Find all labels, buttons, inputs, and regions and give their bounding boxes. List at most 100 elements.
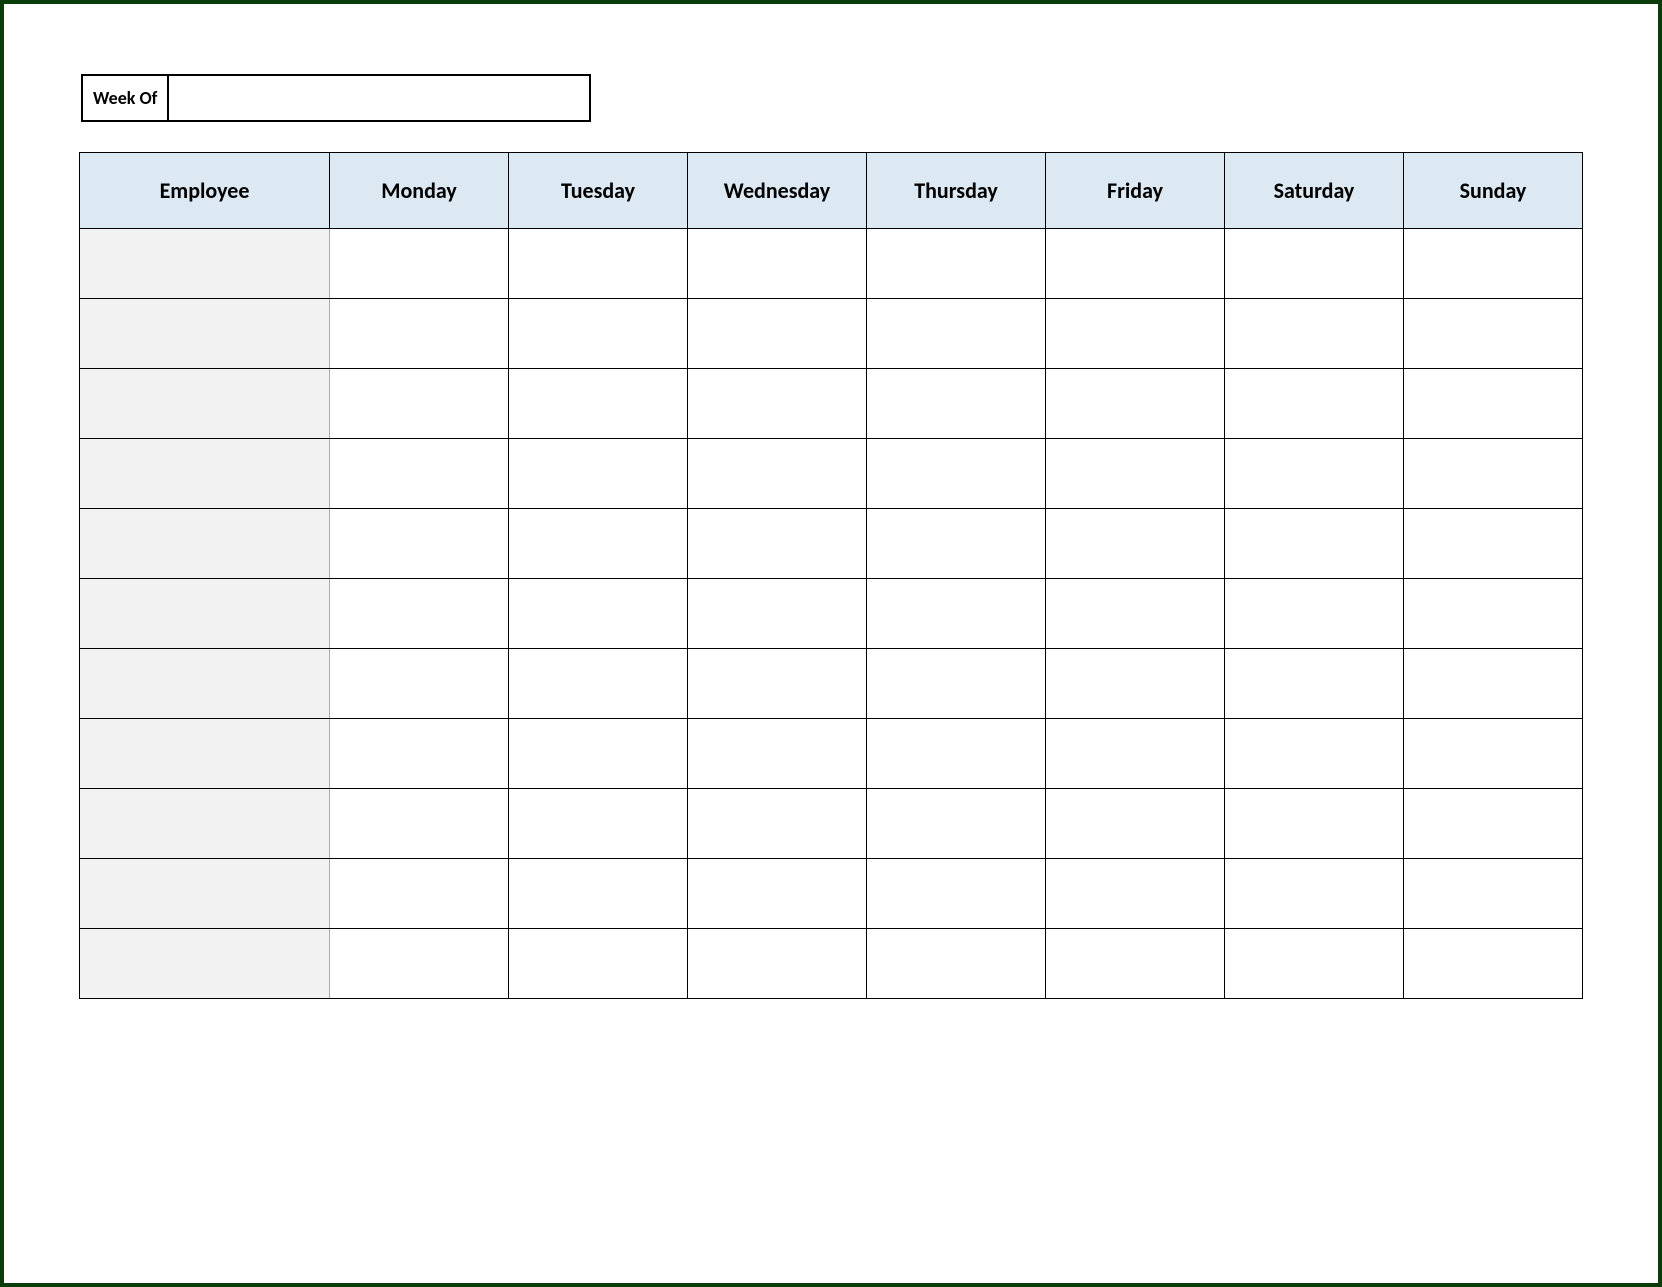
employee-cell[interactable] [80,509,330,579]
day-cell[interactable] [1404,719,1583,789]
day-cell[interactable] [867,229,1046,299]
day-cell[interactable] [509,649,688,719]
header-row: Employee Monday Tuesday Wednesday Thursd… [80,153,1583,229]
day-cell[interactable] [688,649,867,719]
day-cell[interactable] [1046,789,1225,859]
day-cell[interactable] [1225,299,1404,369]
header-friday: Friday [1046,153,1225,229]
employee-cell[interactable] [80,579,330,649]
day-cell[interactable] [1225,229,1404,299]
table-row [80,579,1583,649]
day-cell[interactable] [688,229,867,299]
day-cell[interactable] [688,369,867,439]
day-cell[interactable] [330,859,509,929]
day-cell[interactable] [867,299,1046,369]
day-cell[interactable] [688,299,867,369]
day-cell[interactable] [330,229,509,299]
day-cell[interactable] [1046,859,1225,929]
day-cell[interactable] [688,579,867,649]
day-cell[interactable] [867,719,1046,789]
employee-cell[interactable] [80,859,330,929]
day-cell[interactable] [509,509,688,579]
day-cell[interactable] [867,649,1046,719]
day-cell[interactable] [867,929,1046,999]
day-cell[interactable] [509,789,688,859]
day-cell[interactable] [867,369,1046,439]
day-cell[interactable] [1046,439,1225,509]
day-cell[interactable] [1404,579,1583,649]
day-cell[interactable] [1046,719,1225,789]
day-cell[interactable] [1225,439,1404,509]
day-cell[interactable] [330,649,509,719]
day-cell[interactable] [1404,299,1583,369]
day-cell[interactable] [1404,369,1583,439]
day-cell[interactable] [509,439,688,509]
day-cell[interactable] [330,369,509,439]
week-of-value[interactable] [169,76,589,120]
employee-cell[interactable] [80,299,330,369]
day-cell[interactable] [509,859,688,929]
day-cell[interactable] [509,299,688,369]
day-cell[interactable] [688,509,867,579]
day-cell[interactable] [1225,649,1404,719]
day-cell[interactable] [509,369,688,439]
day-cell[interactable] [1404,859,1583,929]
day-cell[interactable] [867,579,1046,649]
day-cell[interactable] [867,439,1046,509]
day-cell[interactable] [1225,369,1404,439]
day-cell[interactable] [1046,929,1225,999]
table-row [80,369,1583,439]
day-cell[interactable] [867,859,1046,929]
table-row [80,719,1583,789]
table-row [80,789,1583,859]
day-cell[interactable] [1404,789,1583,859]
day-cell[interactable] [688,719,867,789]
day-cell[interactable] [1046,579,1225,649]
day-cell[interactable] [330,299,509,369]
day-cell[interactable] [509,229,688,299]
day-cell[interactable] [1225,929,1404,999]
employee-cell[interactable] [80,649,330,719]
employee-cell[interactable] [80,789,330,859]
day-cell[interactable] [330,789,509,859]
employee-cell[interactable] [80,229,330,299]
day-cell[interactable] [867,789,1046,859]
table-row [80,649,1583,719]
day-cell[interactable] [1046,229,1225,299]
header-saturday: Saturday [1225,153,1404,229]
day-cell[interactable] [1404,649,1583,719]
day-cell[interactable] [330,439,509,509]
employee-cell[interactable] [80,719,330,789]
day-cell[interactable] [330,509,509,579]
day-cell[interactable] [1046,299,1225,369]
day-cell[interactable] [867,509,1046,579]
day-cell[interactable] [688,439,867,509]
table-row [80,229,1583,299]
day-cell[interactable] [688,929,867,999]
day-cell[interactable] [1225,859,1404,929]
employee-cell[interactable] [80,439,330,509]
day-cell[interactable] [509,929,688,999]
day-cell[interactable] [1225,719,1404,789]
day-cell[interactable] [1046,649,1225,719]
day-cell[interactable] [1404,439,1583,509]
employee-cell[interactable] [80,929,330,999]
header-employee: Employee [80,153,330,229]
day-cell[interactable] [1225,509,1404,579]
day-cell[interactable] [330,579,509,649]
employee-cell[interactable] [80,369,330,439]
day-cell[interactable] [1225,789,1404,859]
day-cell[interactable] [1046,369,1225,439]
day-cell[interactable] [330,929,509,999]
day-cell[interactable] [688,789,867,859]
day-cell[interactable] [330,719,509,789]
day-cell[interactable] [509,719,688,789]
day-cell[interactable] [688,859,867,929]
table-row [80,439,1583,509]
day-cell[interactable] [1046,509,1225,579]
day-cell[interactable] [1225,579,1404,649]
day-cell[interactable] [1404,229,1583,299]
day-cell[interactable] [1404,929,1583,999]
day-cell[interactable] [1404,509,1583,579]
day-cell[interactable] [509,579,688,649]
